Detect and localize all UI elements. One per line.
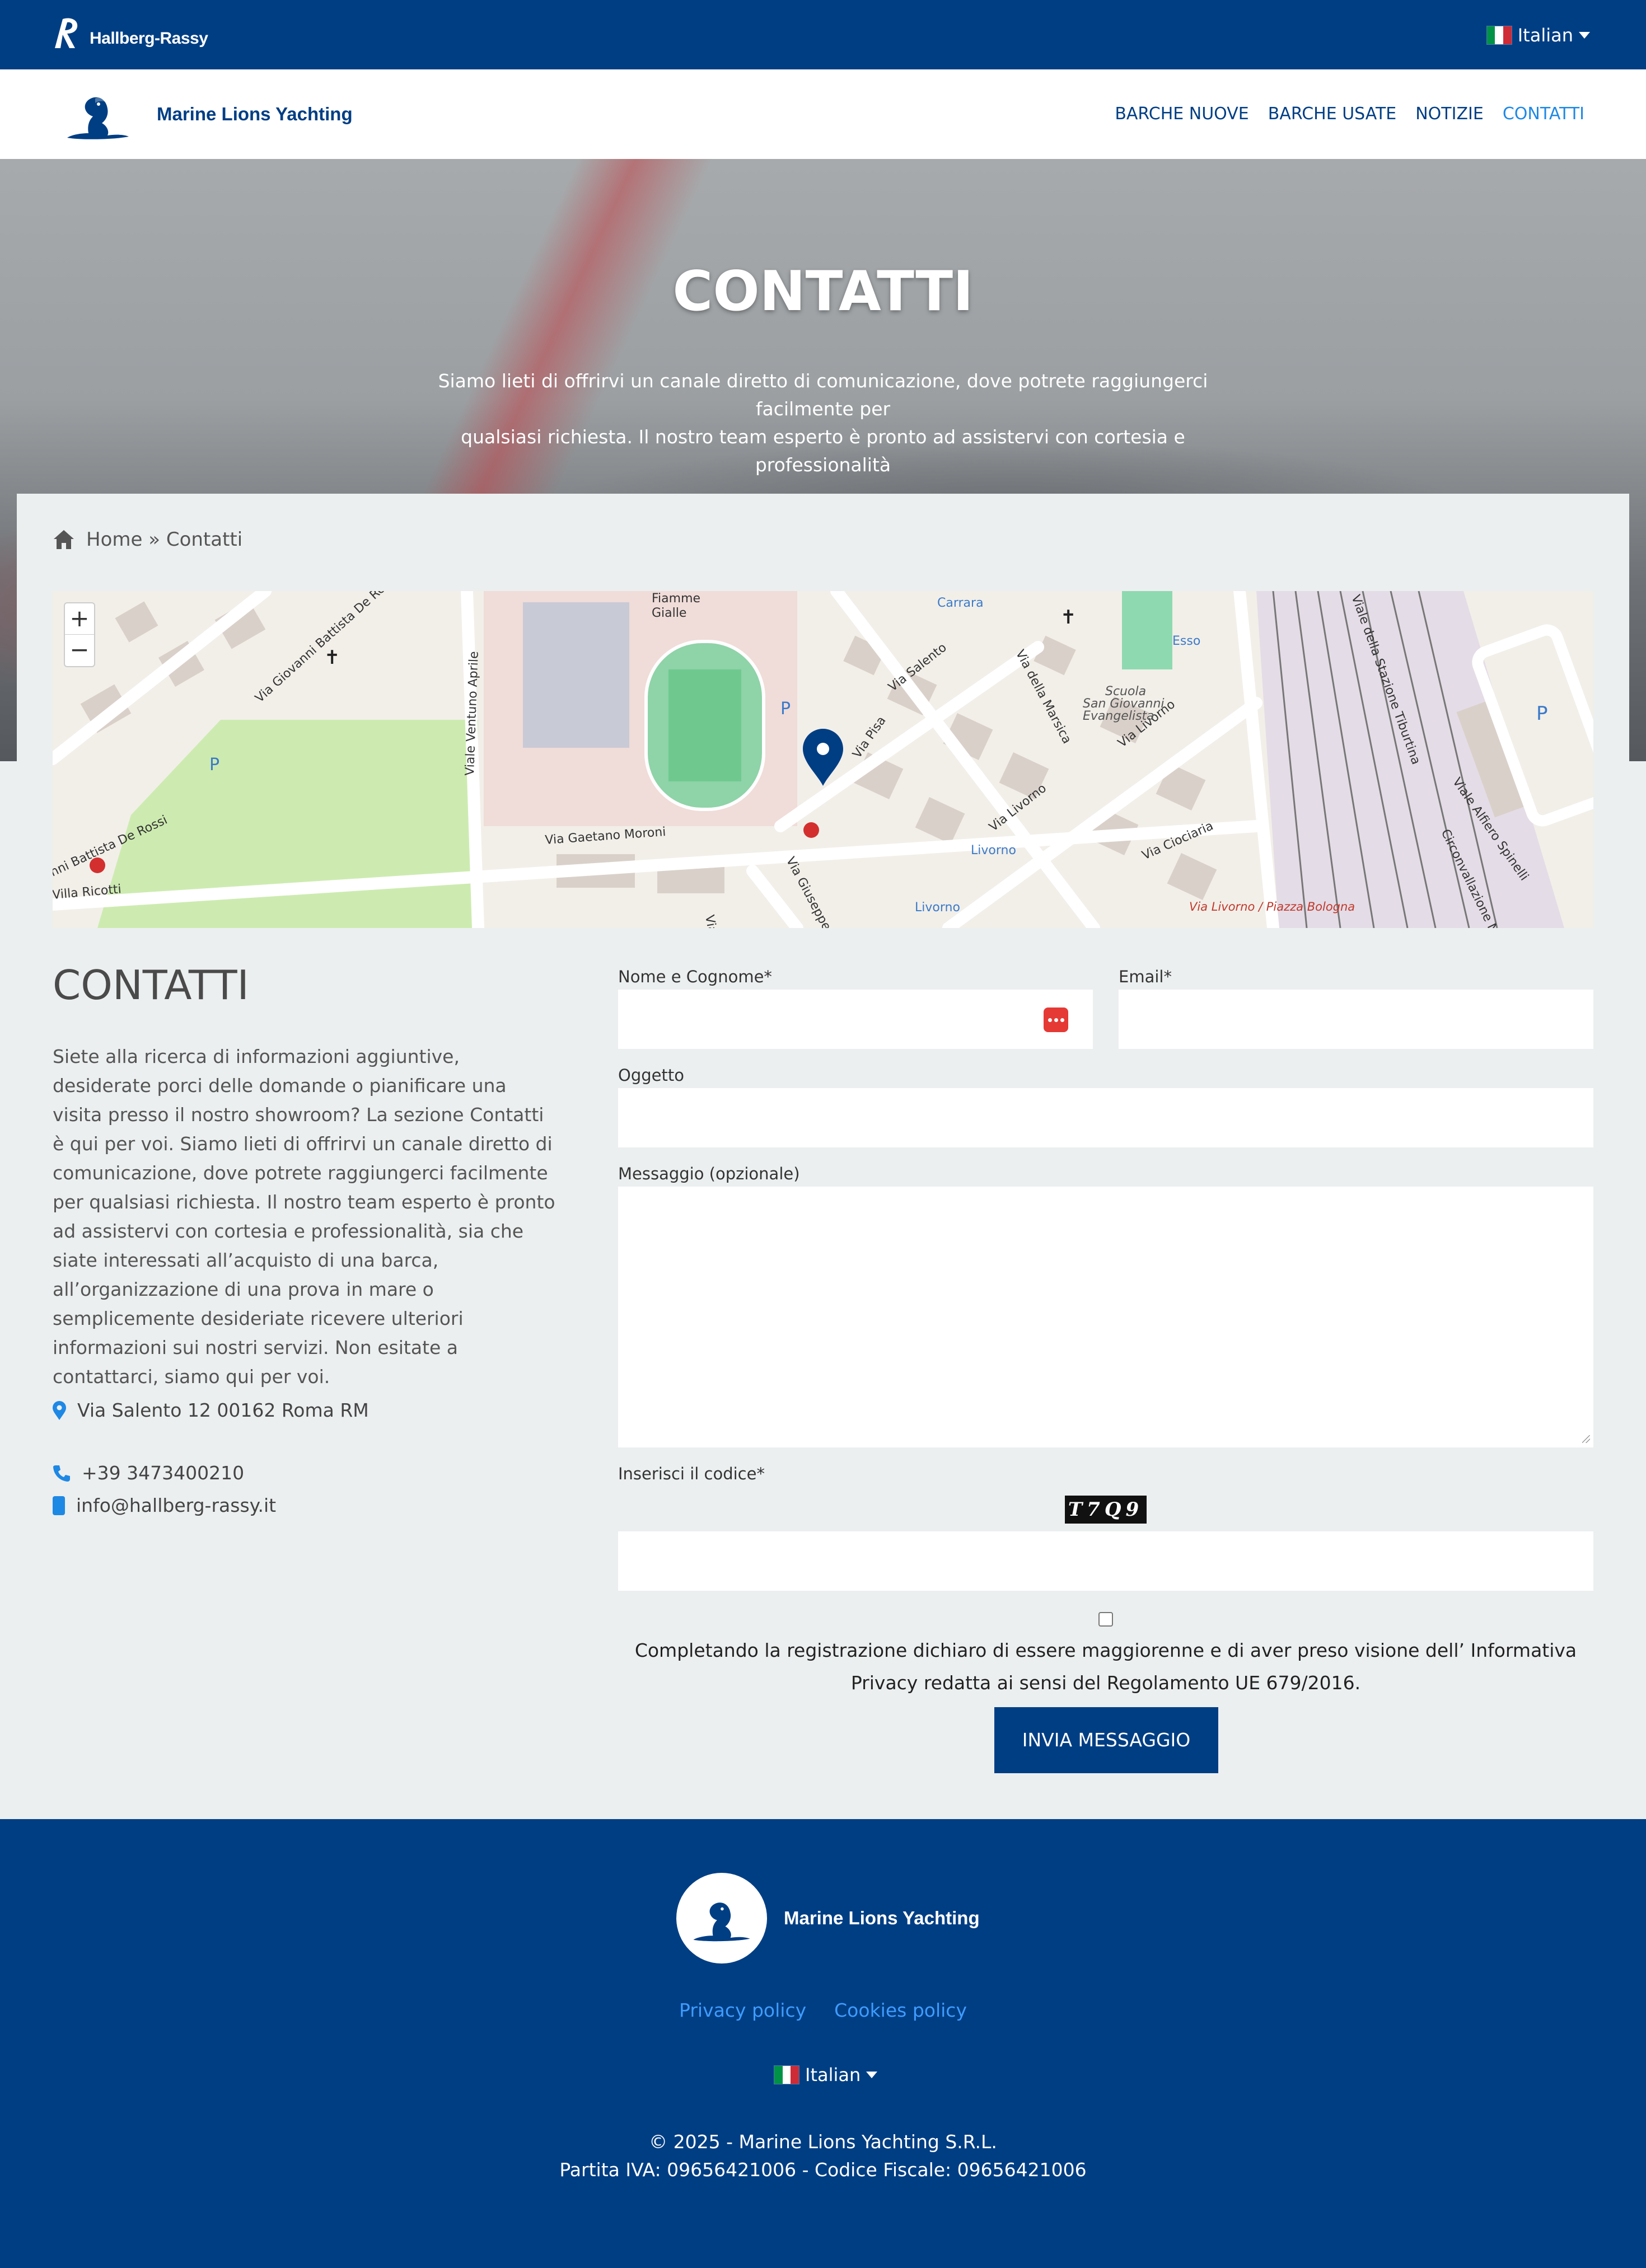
- name-input[interactable]: [618, 990, 1093, 1049]
- brand-name: Marine Lions Yachting: [157, 104, 353, 124]
- email-label: Email*: [1119, 967, 1172, 986]
- footer-brand-name: Marine Lions Yachting: [784, 1908, 980, 1928]
- parking-icon: P: [1536, 702, 1548, 725]
- page-background-left: [0, 761, 17, 1819]
- message-label: Messaggio (opzionale): [618, 1164, 800, 1183]
- caret-down-icon: [1579, 32, 1590, 39]
- site-logo[interactable]: Marine Lions Yachting: [62, 86, 353, 142]
- sea-lion-logo-icon: [693, 1903, 750, 1942]
- captcha-image: T7Q9: [1065, 1496, 1147, 1524]
- map-green-lot: [1122, 591, 1172, 669]
- caret-down-icon: [866, 2072, 878, 2078]
- name-label: Nome e Cognome*: [618, 967, 772, 986]
- footer-logo[interactable]: Marine Lions Yachting: [676, 1873, 980, 1964]
- contact-intro: Siete alla ricerca di informazioni aggiu…: [53, 1046, 555, 1388]
- hospital-icon: [803, 822, 819, 838]
- subject-input[interactable]: [618, 1088, 1593, 1147]
- hallberg-rassy-mark-icon: [55, 18, 78, 48]
- hallberg-rassy-logo[interactable]: Hallberg-Rassy: [53, 17, 208, 49]
- email-text[interactable]: info@hallberg-rassy.it: [76, 1494, 276, 1516]
- privacy-policy-link[interactable]: Privacy policy: [679, 1999, 806, 2021]
- privacy-consent-checkbox[interactable]: [1098, 1612, 1113, 1627]
- svg-text:Carrara: Carrara: [937, 596, 984, 610]
- church-icon: ✝: [1060, 606, 1077, 629]
- hospital-icon: [90, 857, 105, 873]
- language-selector[interactable]: Italian: [1486, 25, 1590, 46]
- privacy-consent-text: Completando la registrazione dichiaro di…: [634, 1639, 1577, 1694]
- tax-info-text: Partita IVA: 09656421006 - Codice Fiscal…: [559, 2159, 1087, 2181]
- phone-row[interactable]: +39 3473400210: [53, 1462, 244, 1484]
- email-input[interactable]: [1119, 990, 1593, 1049]
- zoom-in-button[interactable]: +: [65, 603, 94, 635]
- church-icon: ✝: [324, 646, 340, 669]
- sea-lion-logo-icon: [67, 97, 129, 139]
- textarea-resize-handle[interactable]: [1582, 1435, 1590, 1443]
- footer-logo-circle: [676, 1873, 767, 1964]
- message-textarea[interactable]: [618, 1187, 1593, 1447]
- footer: Marine Lions Yachting Privacy policy Coo…: [0, 1819, 1646, 2268]
- captcha-label: Inserisci il codice*: [618, 1464, 765, 1483]
- email-row[interactable]: info@hallberg-rassy.it: [53, 1494, 276, 1516]
- footer-legal: © 2025 - Marine Lions Yachting S.R.L. Pa…: [0, 2128, 1646, 2184]
- password-manager-icon[interactable]: [1044, 1008, 1068, 1032]
- location-marker-icon: [803, 729, 843, 786]
- captcha-input[interactable]: [618, 1531, 1593, 1591]
- hero-subtitle-line-1: Siamo lieti di offrirvi un canale dirett…: [438, 370, 1208, 420]
- footer-links: Privacy policy Cookies policy: [0, 1999, 1646, 2021]
- svg-text:Gialle: Gialle: [652, 606, 686, 620]
- address-row: Via Salento 12 00162 Roma RM: [53, 1399, 369, 1421]
- address-text: Via Salento 12 00162 Roma RM: [77, 1399, 369, 1421]
- phone-icon: [53, 1465, 70, 1482]
- top-bar: Hallberg-Rassy Italian: [0, 0, 1646, 69]
- copyright-text: © 2025 - Marine Lions Yachting S.R.L.: [649, 2131, 997, 2153]
- main-navbar: Marine Lions Yachting BARCHE NUOVE BARCH…: [0, 69, 1646, 159]
- italy-flag-icon: [1486, 26, 1512, 45]
- hallberg-rassy-text: Hallberg-Rassy: [90, 29, 208, 48]
- contact-title: CONTATTI: [53, 962, 249, 1009]
- breadcrumb-current: Contatti: [166, 528, 243, 551]
- page-background-right: [1629, 761, 1646, 1819]
- nav-item-barche-nuove[interactable]: BARCHE NUOVE: [1115, 104, 1248, 124]
- hero-title: CONTATTI: [672, 260, 974, 324]
- svg-text:Via Gaetano Moroni: Via Gaetano Moroni: [545, 825, 666, 847]
- map-building-block: [523, 602, 629, 748]
- nav-item-notizie[interactable]: NOTIZIE: [1415, 104, 1484, 124]
- breadcrumb-separator: »: [148, 528, 161, 551]
- hero-subtitle-line-2: qualsiasi richiesta. Il nostro team espe…: [461, 426, 1185, 476]
- svg-text:Esso: Esso: [1172, 634, 1200, 648]
- parking-icon: P: [780, 699, 791, 719]
- map-pin-icon: [53, 1400, 66, 1420]
- cookies-policy-link[interactable]: Cookies policy: [834, 1999, 967, 2021]
- svg-text:Livorno: Livorno: [915, 901, 960, 915]
- home-icon[interactable]: [53, 529, 75, 550]
- breadcrumb-home-link[interactable]: Home: [86, 528, 142, 551]
- nav-item-barche-usate[interactable]: BARCHE USATE: [1268, 104, 1396, 124]
- italy-flag-icon: [774, 2065, 799, 2084]
- location-map[interactable]: Via Giovanni Battista De Rossi Viale Ven…: [53, 591, 1593, 928]
- language-label: Italian: [1517, 25, 1573, 46]
- svg-text:Livorno: Livorno: [971, 844, 1016, 857]
- map-caption: Via Livorno / Piazza Bologna: [1189, 900, 1355, 913]
- footer-language-label: Italian: [805, 2064, 861, 2086]
- map-field: [668, 669, 741, 781]
- breadcrumb: Home » Contatti: [53, 528, 242, 551]
- phone-text[interactable]: +39 3473400210: [82, 1462, 244, 1484]
- subject-label: Oggetto: [618, 1066, 684, 1085]
- map-zoom-control: + −: [64, 602, 95, 667]
- nav-menu: BARCHE NUOVE BARCHE USATE NOTIZIE CONTAT…: [1115, 104, 1584, 124]
- parking-icon: P: [209, 755, 219, 775]
- svg-text:Via Luigi Pi: Via Luigi Pi: [702, 914, 727, 928]
- svg-text:Evangelista: Evangelista: [1083, 709, 1154, 723]
- submit-button[interactable]: INVIA MESSAGGIO: [994, 1707, 1218, 1773]
- map-tiles: Via Giovanni Battista De Rossi Viale Ven…: [53, 591, 1593, 928]
- nav-item-contatti[interactable]: CONTATTI: [1503, 104, 1584, 124]
- mobile-icon: [53, 1496, 65, 1515]
- footer-language-selector[interactable]: Italian: [774, 2064, 878, 2086]
- zoom-out-button[interactable]: −: [65, 635, 94, 666]
- svg-text:Fiamme: Fiamme: [652, 592, 700, 606]
- hero-subtitle: Siamo lieti di offrirvi un canale dirett…: [392, 367, 1254, 479]
